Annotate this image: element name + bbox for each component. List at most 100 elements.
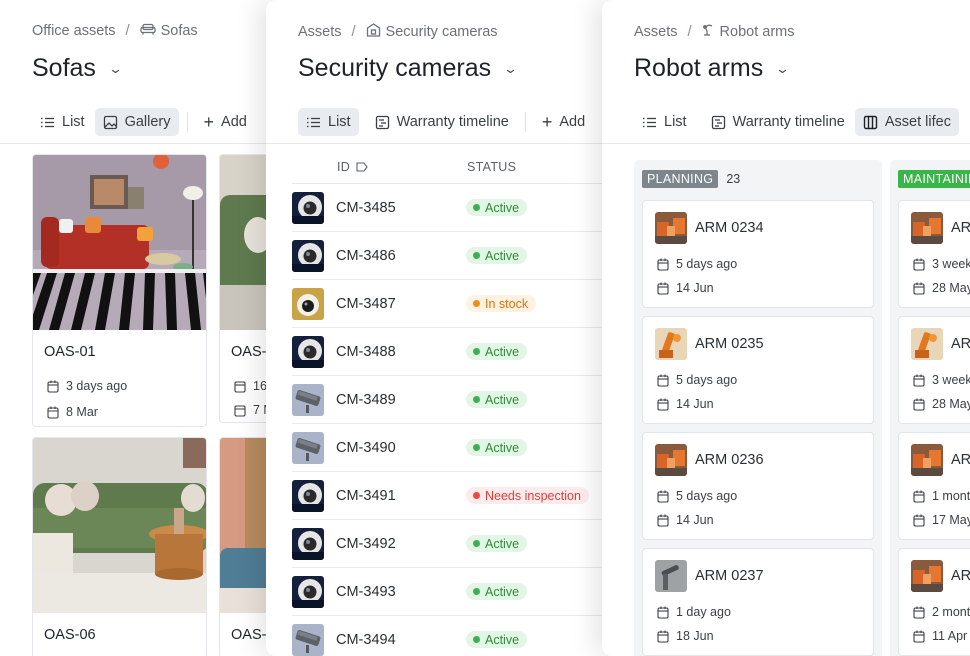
breadcrumb-separator: / xyxy=(351,24,356,40)
calendar-edit-icon xyxy=(657,606,669,619)
card-title: ARI xyxy=(951,568,970,584)
date-row: 8 Mar xyxy=(33,398,206,426)
status-label: Active xyxy=(485,632,520,647)
calendar-edit-icon xyxy=(913,490,925,503)
created-row: 2 mont xyxy=(913,605,970,619)
board-card[interactable]: ARI 1 month 17 May xyxy=(898,432,970,540)
tab-warranty-timeline[interactable]: Warranty timeline xyxy=(703,108,853,136)
breadcrumb-root[interactable]: Assets xyxy=(298,24,342,40)
tab-gallery[interactable]: Gallery xyxy=(94,108,179,136)
table-row[interactable]: CM-3485 Active xyxy=(292,184,636,232)
table-row[interactable]: CM-3488 Active xyxy=(292,328,636,376)
status-badge: Needs inspection xyxy=(466,487,589,504)
status-badge: Active xyxy=(466,631,528,648)
list-icon xyxy=(41,117,54,127)
board-card[interactable]: ARI 3 week 28 May xyxy=(898,200,970,308)
card-title: ARI xyxy=(951,336,970,352)
calendar-plus-icon xyxy=(913,398,925,411)
tab-label: Add xyxy=(221,114,247,130)
tab-label: Warranty timeline xyxy=(732,114,845,130)
status-dot xyxy=(473,444,480,451)
chevron-down-icon[interactable]: ⌄ xyxy=(775,61,790,77)
column-header[interactable]: PLANNING 23 xyxy=(642,170,740,188)
date-value: 14 Jun xyxy=(676,513,714,527)
camera-thumbnail xyxy=(292,287,324,320)
tab-list[interactable]: List xyxy=(32,108,93,136)
date-row: 14 Jun xyxy=(657,513,714,527)
created-value: 3 week xyxy=(932,257,970,271)
created-value: 1 day ago xyxy=(676,605,731,619)
tab-list[interactable]: List xyxy=(298,108,359,136)
tag-icon xyxy=(356,162,368,172)
add-view-button[interactable]: + Add xyxy=(196,108,255,136)
board-card[interactable]: ARM 0237 1 day ago 18 Jun xyxy=(642,548,874,656)
breadcrumb-root[interactable]: Office assets xyxy=(32,23,116,39)
calendar-plus-icon xyxy=(913,630,925,643)
header-divider xyxy=(602,143,970,144)
chevron-down-icon[interactable]: ⌄ xyxy=(503,61,518,77)
tab-warranty-timeline[interactable]: Warranty timeline xyxy=(367,108,517,136)
list-icon xyxy=(643,117,656,127)
gallery-card[interactable]: OAS-06 xyxy=(32,437,207,656)
header-divider xyxy=(266,143,636,144)
date-row: 14 Jun xyxy=(657,281,714,295)
tab-asset-lifecycle[interactable]: Asset lifec xyxy=(854,108,959,136)
table-row[interactable]: CM-3492 Active xyxy=(292,520,636,568)
date-row: 28 May xyxy=(913,281,970,295)
board-card[interactable]: ARI 2 mont 11 Apr xyxy=(898,548,970,656)
sofa-image xyxy=(33,155,206,330)
table-row[interactable]: CM-3487 In stock xyxy=(292,280,636,328)
sofas-panel: Office assets / Sofas Sofas ⌄ List Galle… xyxy=(0,0,300,656)
table-row[interactable]: CM-3489 Active xyxy=(292,376,636,424)
table-row[interactable]: CM-3486 Active xyxy=(292,232,636,280)
header-divider xyxy=(0,143,300,144)
column-header-id[interactable]: ID xyxy=(337,160,368,174)
status-label: Needs inspection xyxy=(485,488,581,503)
board-card[interactable]: ARM 0235 5 days ago 14 Jun xyxy=(642,316,874,424)
board-card[interactable]: ARM 0236 5 days ago 14 Jun xyxy=(642,432,874,540)
breadcrumb-current[interactable]: Robot arms xyxy=(720,24,795,40)
robot-arm-thumbnail xyxy=(911,212,943,244)
table-row[interactable]: CM-3490 Active xyxy=(292,424,636,472)
camera-thumbnail xyxy=(292,239,324,272)
stage-label: PLANNING xyxy=(642,170,719,188)
status-label: In stock xyxy=(485,296,529,311)
robot-arm-thumbnail xyxy=(911,328,943,360)
breadcrumb-current[interactable]: Sofas xyxy=(161,23,198,39)
page-title[interactable]: Sofas ⌄ xyxy=(32,54,123,83)
breadcrumb-root[interactable]: Assets xyxy=(634,24,678,40)
view-tabs: List Warranty timeline Asset lifec xyxy=(634,108,959,136)
date-value: 14 Jun xyxy=(676,397,714,411)
page-title[interactable]: Security cameras ⌄ xyxy=(298,54,518,83)
table-row[interactable]: CM-3493 Active xyxy=(292,568,636,616)
timeline-icon xyxy=(375,115,389,129)
timeline-icon xyxy=(711,115,725,129)
add-view-button[interactable]: + Add xyxy=(534,108,593,136)
asset-id: CM-3494 xyxy=(336,631,396,648)
tab-label: List xyxy=(328,114,351,130)
card-title: OAS-06 xyxy=(44,627,96,643)
status-label: Active xyxy=(485,344,520,359)
calendar-plus-icon xyxy=(657,282,669,295)
card-title: ARI xyxy=(951,452,970,468)
board-card[interactable]: ARM 0234 5 days ago 14 Jun xyxy=(642,200,874,308)
page-title-text: Sofas xyxy=(32,54,96,82)
board-card[interactable]: ARI 3 week 28 May xyxy=(898,316,970,424)
gallery-card[interactable]: OAS-01 3 days ago 8 Mar xyxy=(32,154,207,427)
date-value: 11 Apr xyxy=(932,629,968,643)
view-tabs: List Warranty timeline + Add xyxy=(298,108,593,136)
tab-list[interactable]: List xyxy=(634,108,695,136)
chevron-down-icon[interactable]: ⌄ xyxy=(108,61,123,77)
calendar-plus-icon xyxy=(234,404,246,417)
breadcrumb-current[interactable]: Security cameras xyxy=(386,24,498,40)
table-row[interactable]: CM-3491 Needs inspection xyxy=(292,472,636,520)
asset-id: CM-3493 xyxy=(336,583,396,600)
tab-label: Asset lifec xyxy=(884,114,951,130)
status-dot xyxy=(473,540,480,547)
table-row[interactable]: CM-3494 Active xyxy=(292,616,636,656)
column-header[interactable]: MAINTAININ xyxy=(898,170,970,188)
asset-id: CM-3492 xyxy=(336,535,396,552)
column-header-status[interactable]: STATUS xyxy=(467,160,516,174)
page-title[interactable]: Robot arms ⌄ xyxy=(634,54,790,83)
status-label: Active xyxy=(485,200,520,215)
